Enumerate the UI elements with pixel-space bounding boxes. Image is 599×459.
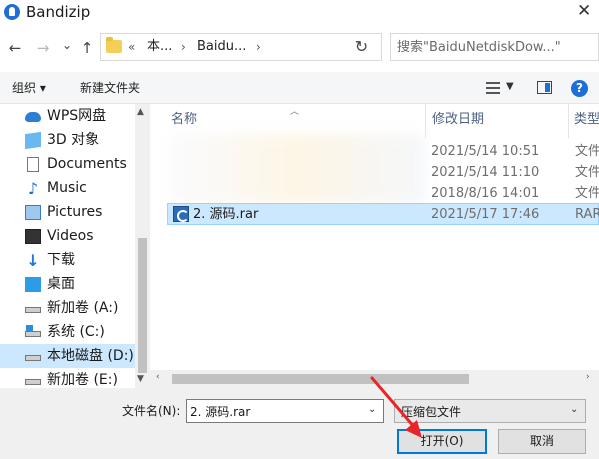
new-folder-button[interactable]: 新建文件夹 (80, 80, 140, 96)
system-drive-icon (25, 325, 41, 337)
file-type: 文件 (575, 144, 599, 159)
music-icon: ♪ (27, 179, 39, 198)
sidebar-item-wps-cloud[interactable]: WPS网盘 (0, 104, 135, 128)
column-header-modified[interactable]: 修改日期 (432, 112, 484, 128)
rar-archive-icon (173, 206, 189, 222)
sidebar-item-music[interactable]: ♪ Music (0, 176, 135, 200)
folder-icon (106, 37, 122, 53)
sidebar-item-label: Music (47, 180, 87, 196)
navigation-pane: WPS网盘 3D 对象 Documents ♪ Music Pictures V… (0, 104, 150, 388)
search-box[interactable] (390, 33, 599, 61)
sidebar-item-documents[interactable]: Documents (0, 152, 135, 176)
document-icon (27, 157, 39, 172)
file-row[interactable]: 2021/5/14 10:51 文件 (167, 141, 599, 163)
horizontal-scrollbar-thumb[interactable] (172, 374, 469, 384)
file-row[interactable]: 2021/5/14 11:10 文件 (167, 162, 599, 184)
search-input[interactable] (397, 38, 597, 56)
sidebar-item-label: 本地磁盘 (D:) (47, 348, 134, 364)
file-name: 2. 源码.rar (193, 207, 259, 222)
address-separator[interactable]: › (181, 39, 186, 55)
file-modified-date: 2018/8/16 14:01 (431, 186, 540, 201)
title-bar: Bandizip ✕ (0, 0, 599, 30)
chevron-down-icon: ⌄ (570, 404, 579, 415)
sidebar-item-videos[interactable]: Videos (0, 224, 135, 248)
scroll-left-arrow-icon[interactable]: ‹ (156, 372, 160, 382)
column-divider[interactable] (568, 104, 569, 138)
scroll-up-arrow-icon[interactable]: ▲ (137, 107, 144, 117)
sidebar-item-3d-objects[interactable]: 3D 对象 (0, 128, 135, 152)
sidebar-item-label: Documents (47, 156, 127, 172)
sidebar-item-label: 新加卷 (E:) (47, 372, 118, 388)
address-segment-root[interactable]: 本... (147, 39, 172, 55)
sidebar-item-label: 下载 (47, 252, 75, 268)
file-modified-date: 2021/5/14 10:51 (431, 144, 540, 159)
column-divider[interactable] (425, 104, 426, 138)
sidebar-item-label: 新加卷 (A:) (47, 300, 119, 316)
sidebar-item-drive-a[interactable]: 新加卷 (A:) (0, 296, 135, 320)
sidebar-item-drive-d[interactable]: 本地磁盘 (D:) (0, 344, 135, 368)
file-type: 文件 (575, 186, 599, 201)
sidebar-item-label: 桌面 (47, 276, 75, 292)
sidebar-item-label: 系统 (C:) (47, 324, 105, 340)
address-bar[interactable]: « 本... › Baidu... › ⌄ (100, 33, 425, 61)
refresh-button[interactable]: ↻ (342, 33, 382, 61)
desktop-icon (25, 277, 41, 292)
up-arrow-icon[interactable]: ↑ (78, 39, 96, 57)
filename-label: 文件名(N): (122, 404, 181, 418)
sort-ascending-icon: ︿ (290, 107, 300, 117)
file-list: ︿ 名称 修改日期 类型 2021/5/14 10:51 文件 2021/5/1… (150, 104, 599, 388)
address-segment-folder[interactable]: Baidu... (197, 39, 246, 55)
forward-arrow-icon[interactable]: → (34, 39, 52, 57)
sidebar-item-label: WPS网盘 (47, 108, 107, 124)
sidebar-item-drive-e[interactable]: 新加卷 (E:) (0, 368, 135, 388)
bandizip-app-icon (4, 4, 20, 20)
scroll-right-arrow-icon[interactable]: › (586, 372, 590, 382)
sidebar-scrollbar-thumb[interactable] (138, 238, 147, 373)
file-modified-date: 2021/5/17 17:46 (431, 207, 540, 222)
sidebar-item-label: 3D 对象 (47, 132, 100, 148)
sidebar-item-downloads[interactable]: ↓ 下载 (0, 248, 135, 272)
sidebar-item-label: Videos (47, 228, 94, 244)
close-icon[interactable]: ✕ (577, 1, 591, 21)
file-row[interactable]: 2018/8/16 14:01 文件 (167, 183, 599, 205)
sidebar-item-label: Pictures (47, 204, 103, 220)
cancel-button[interactable]: 取消 (498, 429, 586, 454)
sidebar-item-drive-c[interactable]: 系统 (C:) (0, 320, 135, 344)
chevron-down-icon[interactable]: ⌄ (368, 404, 376, 415)
filename-input[interactable] (190, 403, 360, 420)
view-dropdown-icon[interactable]: ▼ (506, 81, 514, 92)
refresh-icon: ↻ (354, 37, 369, 56)
pictures-icon (25, 205, 41, 220)
sidebar-item-desktop[interactable]: 桌面 (0, 272, 135, 296)
sidebar-item-pictures[interactable]: Pictures (0, 200, 135, 224)
filename-combobox[interactable]: ⌄ (186, 399, 384, 423)
organize-menu-button[interactable]: 组织 ▾ (12, 80, 46, 96)
command-toolbar: 组织 ▾ 新建文件夹 ▼ ? (0, 72, 599, 104)
scroll-down-arrow-icon[interactable]: ▼ (137, 374, 144, 384)
file-type: RAR (575, 207, 599, 222)
file-type-select[interactable]: 压缩包文件 ⌄ (394, 399, 586, 423)
download-icon: ↓ (26, 251, 40, 270)
cloud-icon (25, 112, 41, 122)
column-header-type[interactable]: 类型 (574, 112, 599, 128)
3d-objects-icon (25, 131, 41, 150)
drive-icon (25, 307, 41, 313)
address-overflow-chevron[interactable]: « (128, 39, 135, 55)
drive-icon (25, 355, 41, 361)
file-type: 文件 (575, 165, 599, 180)
file-row-selected[interactable]: 2. 源码.rar 2021/5/17 17:46 RAR (167, 203, 599, 225)
recent-locations-chevron-icon[interactable]: ⌄ (58, 36, 76, 54)
drive-icon (25, 379, 41, 385)
help-icon[interactable]: ? (571, 80, 588, 97)
column-header-name[interactable]: 名称 (171, 112, 197, 128)
window-title: Bandizip (26, 3, 91, 21)
preview-pane-icon[interactable] (537, 81, 552, 94)
back-arrow-icon[interactable]: ← (6, 39, 24, 57)
file-type-value: 压缩包文件 (401, 405, 462, 419)
file-modified-date: 2021/5/14 11:10 (431, 165, 540, 180)
video-icon (25, 229, 41, 244)
address-separator[interactable]: › (256, 39, 261, 55)
open-button[interactable]: 打开(O) (397, 429, 487, 454)
view-options-icon[interactable] (486, 82, 500, 94)
